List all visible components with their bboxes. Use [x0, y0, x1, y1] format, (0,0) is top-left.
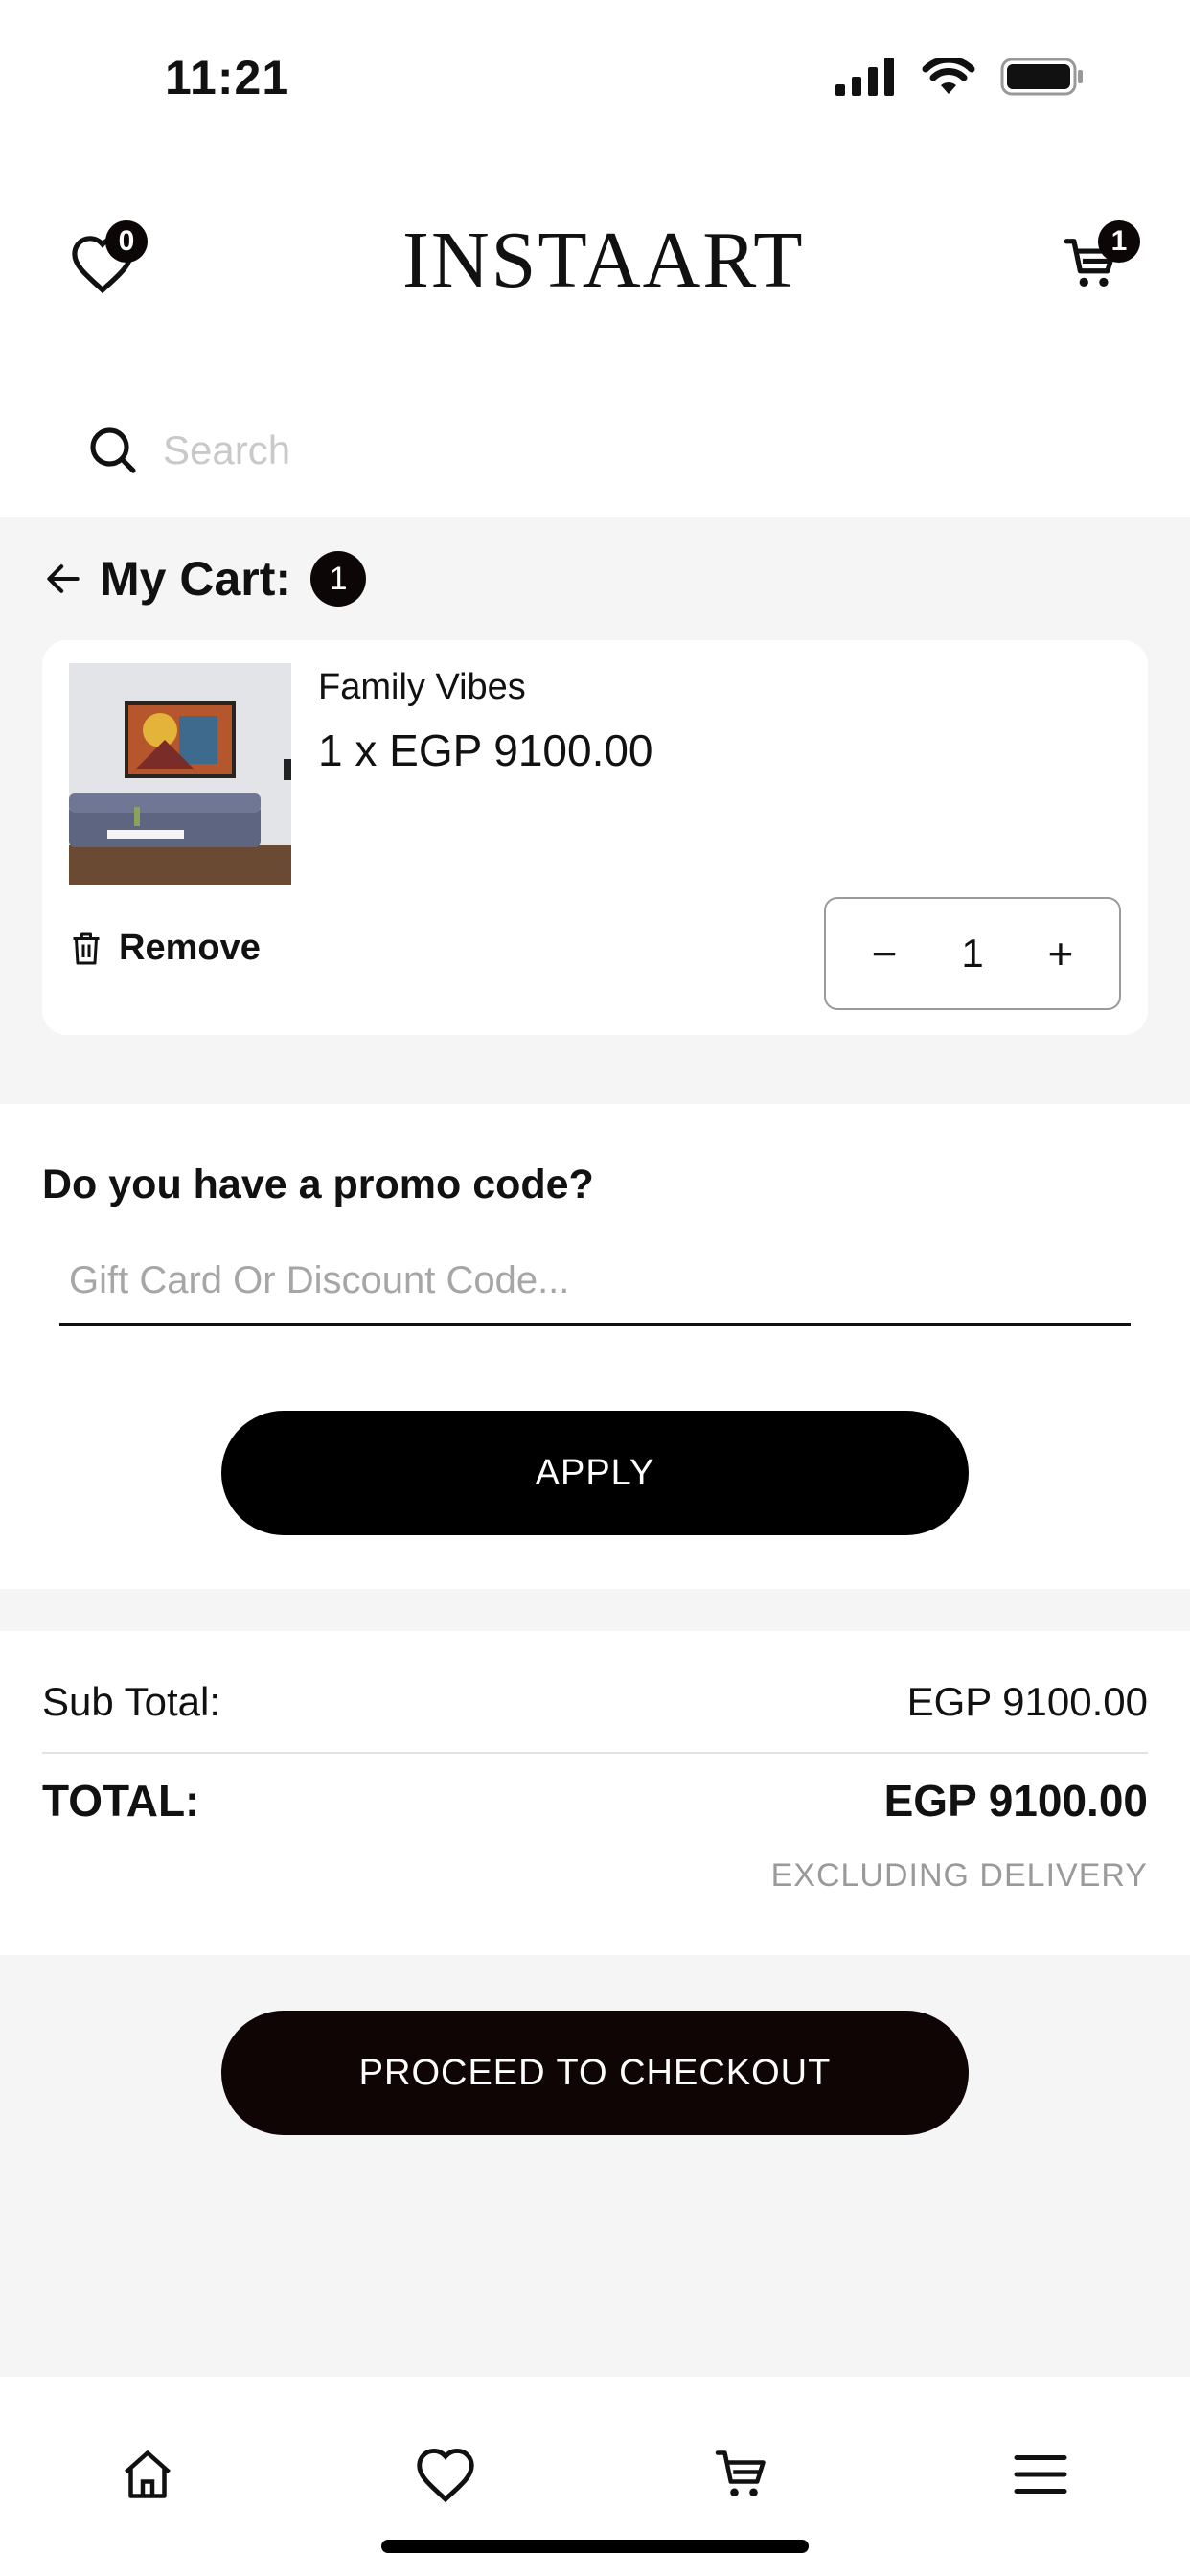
trash-icon	[73, 932, 100, 964]
section-divider	[0, 1589, 1190, 1631]
home-indicator	[381, 2540, 809, 2553]
cart-icon	[715, 2450, 766, 2496]
nav-cart[interactable]	[694, 2426, 790, 2522]
wifi-icon	[922, 58, 975, 94]
cart-title-row: My Cart: 1	[42, 551, 367, 607]
cart-title: My Cart:	[100, 552, 292, 606]
heart-icon	[417, 2448, 474, 2503]
total-label: TOTAL:	[42, 1776, 200, 1826]
increase-quantity-button[interactable]: +	[1037, 928, 1085, 979]
checkout-section: PROCEED TO CHECKOUT	[0, 1955, 1190, 2377]
app-header: 0 INSTAART 1	[0, 192, 1190, 335]
promo-section: Do you have a promo code? APPLY	[0, 1104, 1190, 1589]
back-arrow-icon[interactable]	[42, 558, 84, 600]
subtotal-value: EGP 9100.00	[906, 1679, 1148, 1724]
cart-items-count: 1	[310, 551, 367, 607]
nav-menu[interactable]	[993, 2426, 1088, 2522]
battery-icon	[1000, 58, 1083, 96]
apply-button[interactable]: APPLY	[221, 1411, 969, 1535]
totals-section: Sub Total: EGP 9100.00 TOTAL: EGP 9100.0…	[0, 1631, 1190, 1955]
bottom-navigation	[0, 2377, 1190, 2576]
promo-code-input[interactable]	[59, 1238, 1131, 1326]
product-image	[69, 663, 291, 886]
wishlist-count-badge: 0	[105, 220, 148, 263]
wishlist-button[interactable]: 0	[50, 211, 155, 316]
signal-icon	[835, 58, 894, 96]
product-price: 1 x EGP 9100.00	[318, 725, 653, 775]
product-name[interactable]: Family Vibes	[318, 667, 526, 708]
remove-button[interactable]: Remove	[69, 928, 261, 969]
cart-item-card: Family Vibes 1 x EGP 9100.00 Remove − 1 …	[42, 640, 1148, 1035]
subtotal-row: Sub Total: EGP 9100.00	[42, 1679, 1148, 1725]
promo-question: Do you have a promo code?	[42, 1162, 594, 1208]
product-thumbnail[interactable]	[69, 663, 291, 886]
cart-section: My Cart: 1 Family Vibes 1 x EGP 9100.00	[0, 518, 1190, 1104]
status-icons	[835, 58, 1085, 96]
status-time: 11:21	[165, 51, 290, 104]
quantity-stepper[interactable]: − 1 +	[824, 897, 1121, 1010]
totals-divider	[42, 1752, 1148, 1754]
status-bar: 11:21	[0, 0, 1190, 153]
total-value: EGP 9100.00	[883, 1776, 1148, 1826]
nav-home[interactable]	[100, 2426, 195, 2522]
cart-button[interactable]: 1	[1039, 211, 1144, 316]
delivery-note: EXCLUDING DELIVERY	[770, 1857, 1148, 1894]
remove-label: Remove	[119, 928, 261, 968]
home-icon	[125, 2450, 171, 2498]
cart-count-badge: 1	[1098, 220, 1140, 263]
proceed-to-checkout-button[interactable]: PROCEED TO CHECKOUT	[221, 2011, 969, 2135]
logo[interactable]: INSTAART	[402, 213, 803, 309]
menu-icon	[1014, 2455, 1067, 2494]
nav-wishlist[interactable]	[398, 2426, 493, 2522]
quantity-value: 1	[961, 931, 984, 976]
search-icon[interactable]	[86, 424, 140, 477]
decrease-quantity-button[interactable]: −	[860, 928, 908, 979]
search-bar[interactable]	[86, 402, 1121, 498]
search-input[interactable]	[163, 427, 1025, 473]
total-row: TOTAL: EGP 9100.00	[42, 1775, 1148, 1827]
subtotal-label: Sub Total:	[42, 1679, 221, 1724]
